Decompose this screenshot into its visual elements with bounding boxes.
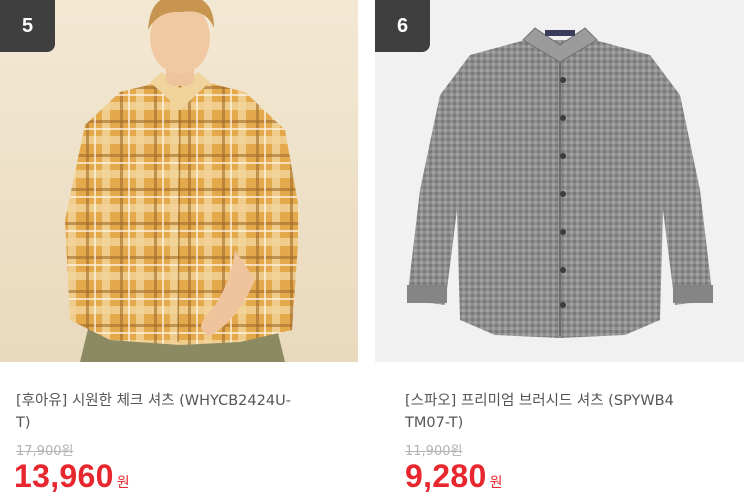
- original-price: 11,900원: [405, 444, 463, 459]
- sale-price: 9,280 원: [405, 458, 503, 495]
- sale-price-value: 13,960: [14, 458, 114, 494]
- product-card[interactable]: 5 [후아유] 시원한 체크 셔츠 (WHYCB2424U- T) 17,900…: [0, 0, 358, 503]
- sale-price: 13,960 원: [14, 458, 130, 495]
- rank-badge: 5: [0, 0, 55, 52]
- product-title[interactable]: [후아유] 시원한 체크 셔츠 (WHYCB2424U- T): [16, 390, 346, 434]
- price-unit: 원: [489, 475, 503, 491]
- product-image[interactable]: [0, 0, 358, 362]
- product-card[interactable]: 6 [스파오] 프리미엄 브러시드 셔츠 (SPYWB4 TM07-T) 11,…: [375, 0, 744, 503]
- product-photo-checked-shirt-model: [0, 0, 358, 362]
- price-unit: 원: [116, 475, 130, 491]
- sale-price-value: 9,280: [405, 458, 487, 494]
- product-image[interactable]: [375, 0, 744, 362]
- original-price: 17,900원: [16, 444, 74, 459]
- product-title[interactable]: [스파오] 프리미엄 브러시드 셔츠 (SPYWB4 TM07-T): [405, 390, 735, 434]
- product-photo-gray-shirt: [375, 0, 744, 362]
- rank-badge: 6: [375, 0, 430, 52]
